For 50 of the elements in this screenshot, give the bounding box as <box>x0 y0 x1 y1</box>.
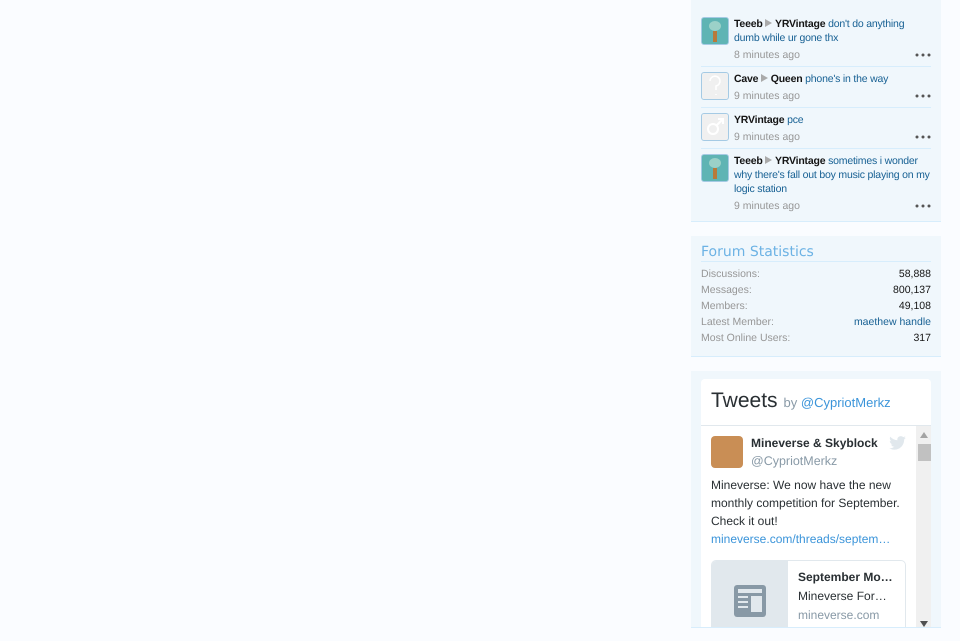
character-icon <box>707 20 723 42</box>
bird-icon <box>889 436 906 450</box>
scroll-up-icon[interactable] <box>920 432 928 438</box>
preview-domain: mineverse.com <box>798 607 880 624</box>
timestamp: 9 minutes ago <box>734 89 800 103</box>
more-icon[interactable] <box>915 204 931 208</box>
stat-label: Messages: <box>701 283 752 298</box>
avatar[interactable] <box>701 113 729 141</box>
scrollbar-thumb[interactable] <box>918 444 931 461</box>
avatar[interactable] <box>701 154 729 182</box>
tweets-title: Tweets <box>711 389 778 413</box>
section-title: Forum Statistics <box>701 244 931 262</box>
preview-title: September Mo… <box>798 569 893 586</box>
article-icon <box>733 584 767 618</box>
stat-label: Most Online Users: <box>701 331 790 346</box>
arrow-icon <box>765 19 772 27</box>
link-preview-card[interactable]: September Mo… Mineverse For… mineverse.com <box>711 560 906 627</box>
avatar[interactable] <box>701 72 729 100</box>
character-icon <box>707 157 723 179</box>
stat-value: 800,137 <box>893 283 931 298</box>
arrow-icon <box>765 156 772 164</box>
stat-label: Discussions: <box>701 267 760 282</box>
shout-message: Cave Queen phone's in the way <box>734 72 890 86</box>
profile-link[interactable]: @CypriotMerkz <box>800 395 891 410</box>
timestamp: 9 minutes ago <box>734 130 800 144</box>
profile-picture[interactable] <box>711 436 743 468</box>
member-link[interactable]: maethew handle <box>854 314 931 330</box>
preview-site: Mineverse For… <box>798 588 888 605</box>
shout-message: Teeeb YRVintage don't do anything dumb while ur gone thx <box>734 17 906 45</box>
byline: by @CypriotMerkz <box>784 395 891 410</box>
more-icon[interactable] <box>915 135 931 139</box>
account-handle: @CypriotMerkz <box>751 454 838 468</box>
timestamp: 9 minutes ago <box>734 199 800 213</box>
tweet-link[interactable]: mineverse.com/threads/septem… <box>711 532 890 546</box>
stat-value: 49,108 <box>898 299 931 314</box>
more-icon[interactable] <box>915 94 931 98</box>
more-icon[interactable] <box>915 53 931 57</box>
tweet-text: Mineverse: We now have the new monthly competition for September. Check it out! mineverse.com/threads/septem… <box>711 477 901 548</box>
stat-value: 317 <box>913 331 931 346</box>
stat-value: 58,888 <box>898 267 931 282</box>
shout-message: Teeeb YRVintage sometimes i wonder why there's fall out boy music playing on my logic station <box>734 154 931 196</box>
timestamp: 8 minutes ago <box>734 48 800 62</box>
account-name: Mineverse & Skyblock <box>751 436 879 450</box>
arrow-icon <box>761 74 768 82</box>
shout-message: YRVintage pce <box>734 113 804 127</box>
scroll-down-icon[interactable] <box>920 621 928 627</box>
scrollbar[interactable] <box>916 426 931 627</box>
stat-label: Members: <box>701 299 748 314</box>
stat-label: Latest Member: <box>701 315 774 330</box>
avatar[interactable] <box>701 17 729 45</box>
